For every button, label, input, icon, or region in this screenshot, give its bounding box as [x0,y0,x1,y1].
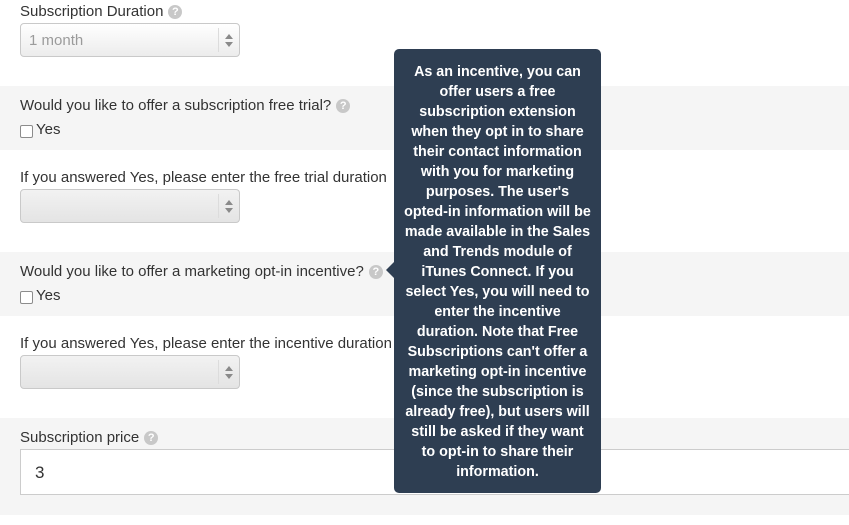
tooltip-arrow [386,262,394,278]
free-trial-checkbox-label: Yes [36,121,61,138]
price-label-row: Subscription price ? [20,429,159,447]
free-trial-checkbox-row[interactable]: Yes [20,121,60,138]
free-trial-question: Would you like to offer a subscription f… [20,97,332,114]
tooltip-text: As an incentive, you can offer users a f… [404,64,591,480]
duration-label: Subscription Duration [20,3,164,20]
question-circle-icon[interactable]: ? [168,5,183,19]
free-trial-duration-select[interactable] [20,189,240,223]
opt-in-checkbox[interactable] [20,291,33,304]
opt-in-checkbox-row[interactable]: Yes [20,287,60,304]
free-trial-checkbox[interactable] [20,125,33,138]
question-circle-icon[interactable]: ? [368,265,383,279]
price-input-value: 3 [35,463,45,482]
opt-in-checkbox-label: Yes [36,287,61,304]
free-trial-question-row: Would you like to offer a subscription f… [20,97,351,115]
opt-in-question: Would you like to offer a marketing opt-… [20,263,364,280]
question-circle-icon[interactable]: ? [336,99,351,113]
duration-select-value: 1 month [29,32,84,49]
incentive-duration-select[interactable] [20,355,240,389]
incentive-duration-label: If you answered Yes, please enter the in… [20,335,392,352]
opt-in-help-tooltip: As an incentive, you can offer users a f… [394,49,601,493]
select-arrows-icon [223,29,235,51]
price-label: Subscription price [20,429,140,446]
select-arrows-icon [223,361,235,383]
free-trial-duration-label: If you answered Yes, please enter the fr… [20,169,387,186]
opt-in-question-row: Would you like to offer a marketing opt-… [20,263,383,281]
duration-label-row: Subscription Duration ? [20,3,183,21]
duration-select[interactable]: 1 month [20,23,240,57]
select-arrows-icon [223,195,235,217]
question-circle-icon[interactable]: ? [144,431,159,445]
